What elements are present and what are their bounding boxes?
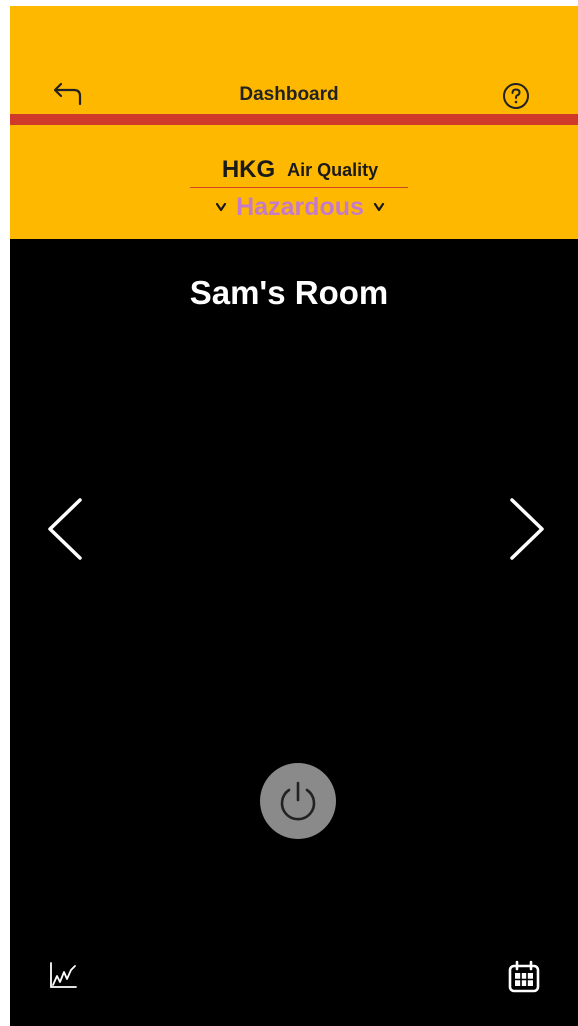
app-screen: Dashboard HKG Air Quality Hazardous Sam'… <box>10 6 578 1026</box>
header-bar: Dashboard <box>10 6 578 114</box>
help-button[interactable] <box>500 80 532 112</box>
calendar-button[interactable] <box>506 959 542 995</box>
line-chart-icon <box>50 962 77 988</box>
next-room-button[interactable] <box>502 494 552 564</box>
air-quality-label: Air Quality <box>287 159 379 180</box>
previous-room-button[interactable] <box>40 494 90 564</box>
power-icon <box>280 781 316 821</box>
chart-button[interactable] <box>48 960 80 992</box>
help-circle-icon <box>503 83 529 109</box>
page-title: Dashboard <box>239 84 339 105</box>
chevron-right-icon <box>510 498 544 560</box>
city-code: HKG <box>221 156 276 183</box>
air-quality-panel: HKG Air Quality Hazardous <box>10 125 578 239</box>
air-quality-header: HKG Air Quality <box>190 153 410 187</box>
chevron-down-icon[interactable] <box>214 200 228 214</box>
chevron-left-icon <box>48 498 82 560</box>
calendar-icon <box>508 960 540 993</box>
power-button[interactable] <box>260 763 336 839</box>
air-quality-level-selector: Hazardous <box>190 189 410 225</box>
room-title: Sam's Room <box>189 274 389 311</box>
chevron-down-icon[interactable] <box>372 200 386 214</box>
air-quality-divider <box>190 187 408 188</box>
air-quality-level: Hazardous <box>236 192 364 221</box>
header-divider <box>10 114 578 125</box>
